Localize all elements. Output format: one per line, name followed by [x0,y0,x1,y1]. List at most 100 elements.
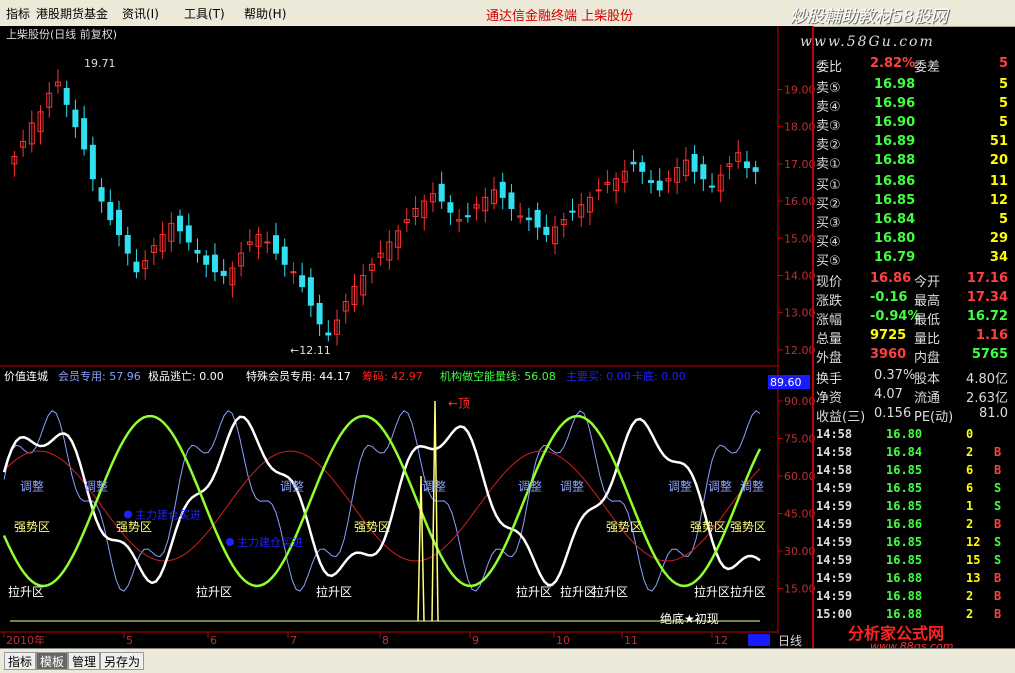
fund-value-2: 2.63亿 [966,391,1008,406]
candle-body [569,210,576,213]
weibi-label: 委比 [816,60,843,75]
tab-template[interactable]: 模板 [36,652,69,670]
time-tick-label: 6 [210,634,217,647]
price-tick-label: 12.00 [784,344,815,357]
tick-p: 16.85 [886,499,923,513]
stat-label-2: 最高 [914,294,941,309]
menu-info[interactable]: 资讯(I) [122,5,159,22]
ask-label: 卖⑤ [816,81,841,96]
menu-tools[interactable]: 工具(T) [184,5,225,22]
tick-v: 2 [966,607,974,621]
tick-s: B [994,517,1002,531]
bid-label: 买④ [816,235,841,250]
fund-value-2: 4.80亿 [966,372,1008,387]
time-tick-label: 5 [126,634,133,647]
tiaozheng-label: 调整 [280,479,304,494]
tick-s: S [994,481,1002,495]
ask-price: 16.98 [874,77,916,92]
tick-p: 16.84 [886,445,923,459]
weicha-value: 5 [998,56,1008,71]
tick-row: 14:58 16.80 0 [816,425,1012,443]
tick-p: 16.80 [886,427,923,441]
stat-row: 涨跌 -0.16 最高 17.34 [816,289,1012,309]
tick-v: 2 [966,589,974,603]
stat-row: 现价 16.86 今开 17.16 [816,270,1012,290]
tick-s: B [994,463,1002,477]
tick-s: S [994,535,1002,549]
tick-p: 16.88 [886,571,923,585]
candle-body [630,161,637,165]
ask-price: 16.90 [874,115,916,130]
period-label[interactable]: 日线 [778,632,802,649]
lasheng-label: 拉升区 [560,584,596,599]
fund-label: 换手 [816,372,843,387]
candle-body [447,202,454,213]
tick-t: 14:59 [816,535,853,549]
time-tick-label: 10 [556,634,570,647]
menu-help[interactable]: 帮助(H) [244,5,286,22]
candle-body [272,235,279,254]
stat-value: -0.16 [870,290,908,305]
ask-label: 卖③ [816,119,841,134]
tick-row: 14:59 16.86 2 B [816,515,1012,533]
fund-label: 收益(三) [816,410,866,425]
candle-body [72,109,79,128]
candle-body [499,181,506,198]
tick-v: 2 [966,445,974,459]
fund-row: 净资 4.07 流通 2.63亿 [816,386,1012,406]
time-tick-label: 2010年 [6,633,45,647]
tick-row: 14:59 16.85 1 S [816,497,1012,515]
fund-value: 0.37% [874,368,916,383]
bid-row: 买⑤ 16.79 34 [816,249,1012,269]
tick-p: 16.85 [886,553,923,567]
stat-label: 现价 [816,275,843,290]
stat-value: -0.94% [870,309,921,324]
indicator-tick-label: 60.00 [784,470,815,483]
candle-body [89,144,96,180]
stat-value: 16.86 [870,271,912,286]
candle-body [639,162,646,172]
candle-body [534,209,541,228]
tick-p: 16.85 [886,463,923,477]
tick-p: 16.88 [886,607,923,621]
bid-vol: 11 [989,174,1008,189]
tab-manage[interactable]: 管理 [68,652,101,670]
legend-item: 卡底: 0.00 [632,370,686,383]
fund-row: 换手 0.37% 股本 4.80亿 [816,367,1012,387]
bid-row: 买④ 16.80 29 [816,230,1012,250]
tick-t: 14:59 [816,517,853,531]
lasheng-label: 拉升区 [516,584,552,599]
bid-price: 16.85 [874,193,916,208]
site-logo: 炒股輔助教材58股网 [790,7,948,27]
candle-body [63,88,70,105]
ask-label: 卖④ [816,100,841,115]
menu-hk-futures[interactable]: 港股期货基金 [36,5,108,22]
ask-label: 卖① [816,157,841,172]
top-label: ←顶 [448,397,470,411]
stat-label: 涨幅 [816,313,843,328]
ask-vol: 5 [998,96,1008,111]
buy-dot-1 [124,510,132,519]
app-title: 通达信金融终端 上柴股份 [486,9,634,24]
tick-p: 16.85 [886,535,923,549]
candle-body [543,226,550,236]
stat-value-2: 5765 [971,347,1008,362]
indicator-tick-label: 75.00 [784,433,815,446]
candle-body [98,187,105,202]
qiangshi-label: 强势区 [606,520,642,534]
candle-body [525,217,532,221]
tab-indicator[interactable]: 指标 [4,652,37,670]
candle-body [508,192,515,209]
indicator-tick-label: 15.00 [784,583,815,596]
candle-body [316,302,323,325]
candle-body [124,235,131,254]
stat-label: 总量 [816,332,843,347]
bid-label: 买⑤ [816,254,841,269]
tick-row: 14:59 16.88 2 B [816,587,1012,605]
bid-price: 16.80 [874,231,916,246]
menu-indicator[interactable]: 指标 [6,5,30,22]
low-annotation: ←12.11 [290,344,331,357]
tab-save-as[interactable]: 另存为 [100,652,145,670]
qiangshi-label: 强势区 [14,520,50,534]
tick-v: 12 [966,535,981,549]
